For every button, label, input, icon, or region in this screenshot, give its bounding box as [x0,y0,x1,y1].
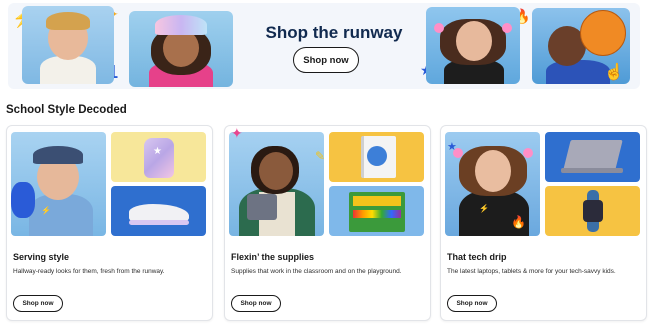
star-doodle-icon: ✦ [231,125,243,141]
hero-banner[interactable]: ⚡ ✦ ◠ ★ 🔥 1 Shop the runway Shop now ☝ [8,3,640,89]
card-image-fitness-tracker [545,186,640,236]
card-title: That tech drip [447,252,507,262]
hero-title: Shop the runway [265,23,403,42]
card-image-backpack: ★ [111,132,206,182]
card-title: Serving style [13,252,70,262]
flame-doodle-icon: 🔥 [511,215,526,229]
card-image-notebook [329,132,424,182]
star-doodle-icon: ★ [447,141,457,153]
hero-photo-boy [22,6,114,84]
card-main-image-boy-cap: ⚡ [11,132,106,236]
hero-shop-now-button[interactable]: Shop now [293,47,359,73]
sonic-shirt-graphic: ⚡ [41,206,51,215]
pointing-hand-doodle-icon: ☝ [604,64,624,81]
card-description: Supplies that work in the classroom and … [231,268,402,275]
card-title: Flexin’ the supplies [231,252,315,262]
card-description: The latest laptops, tablets & more for y… [447,268,616,275]
star-icon: ★ [153,146,162,157]
card-shop-now-button[interactable]: Shop now [13,295,63,312]
hero-photo-girl-bucket-hat [129,11,233,87]
hero-photo-girl-pigtails [426,7,520,84]
card-description: Hallway-ready looks for them, fresh from… [13,268,165,275]
card-image-sneakers [111,186,206,236]
section-title: School Style Decoded [6,104,127,116]
card-shop-now-button[interactable]: Shop now [447,295,497,312]
card-main-image-girl-jacket [229,132,324,236]
pencil-doodle-icon: ✎ [315,149,326,163]
card-shop-now-button[interactable]: Shop now [231,295,281,312]
card-image-markers [329,186,424,236]
card-image-laptop [545,132,640,182]
category-card-tech[interactable]: ⚡ ★ 🔥 That tech drip The latest laptops,… [440,125,647,321]
category-card-supplies[interactable]: ✦ ✎ Flexin’ the supplies Supplies that w… [224,125,431,321]
shirt-graphic: ⚡ [479,204,489,213]
category-card-serving-style[interactable]: ⚡ ★ Serving style Hallway-ready looks fo… [6,125,213,321]
